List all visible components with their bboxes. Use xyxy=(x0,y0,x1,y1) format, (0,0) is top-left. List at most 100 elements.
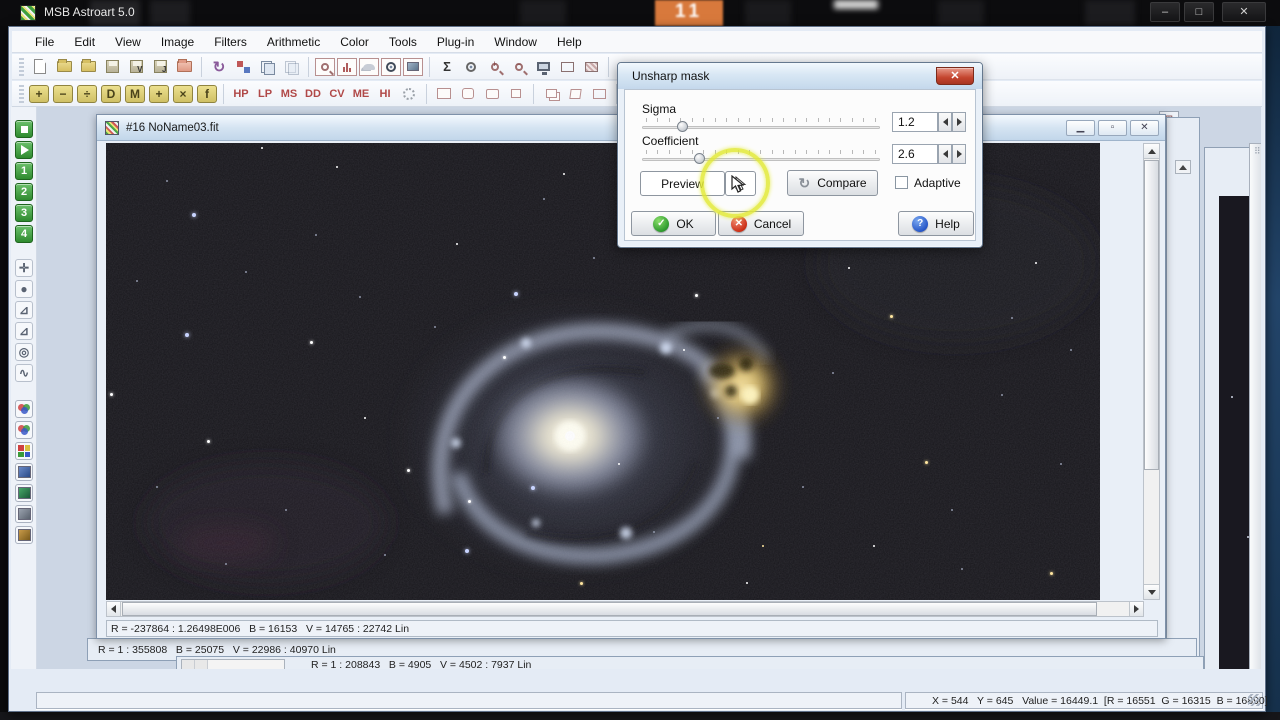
menu-arithmetic[interactable]: Arithmetic xyxy=(258,33,329,51)
zoom-in-icon[interactable]: + xyxy=(484,57,506,77)
sigma-slider[interactable] xyxy=(642,118,880,132)
image-window-restore-button[interactable]: ▫ xyxy=(1098,120,1127,136)
rotate-icon[interactable] xyxy=(481,84,503,104)
chart-add-tool[interactable]: ⊿ xyxy=(15,301,33,319)
menu-color[interactable]: Color xyxy=(331,33,378,51)
menu-image[interactable]: Image xyxy=(152,33,203,51)
open-recent-icon[interactable] xyxy=(77,57,99,77)
preview-button[interactable]: Preview xyxy=(640,171,725,196)
reticle-window-icon[interactable] xyxy=(381,57,401,76)
image-hscroll-thumb[interactable] xyxy=(122,602,1097,616)
selection-icon[interactable] xyxy=(556,57,578,77)
polyline-tool[interactable]: ∿ xyxy=(15,364,33,382)
play-button[interactable] xyxy=(15,141,33,159)
cursor-add-tool[interactable]: ✛ xyxy=(15,259,33,277)
pointer-box-icon[interactable] xyxy=(564,84,586,104)
star-add-tool[interactable]: ● xyxy=(15,280,33,298)
open-file-icon[interactable] xyxy=(53,57,75,77)
color-transfer-icon[interactable] xyxy=(232,57,254,77)
filter-button-cv[interactable]: CV xyxy=(326,85,348,103)
histogram-window-icon[interactable] xyxy=(337,57,357,76)
image-vertical-scrollbar[interactable] xyxy=(1143,143,1160,600)
close-file-icon[interactable] xyxy=(173,57,195,77)
menu-window[interactable]: Window xyxy=(485,33,546,51)
paste-icon[interactable] xyxy=(280,57,302,77)
slot-1-button[interactable]: 1 xyxy=(15,162,33,180)
filter-button-ms[interactable]: MS xyxy=(278,85,300,103)
filter-button-hi[interactable]: HI xyxy=(374,85,396,103)
slot-4-button[interactable]: 4 xyxy=(15,225,33,243)
compare-button[interactable]: ↻ Compare xyxy=(787,170,878,196)
layers-icon[interactable] xyxy=(540,84,562,104)
split-view-icon[interactable] xyxy=(588,84,610,104)
coefficient-spin-up[interactable] xyxy=(952,144,966,164)
visualization-icon[interactable] xyxy=(460,57,482,77)
menu-filters[interactable]: Filters xyxy=(205,33,256,51)
slot-3-button[interactable]: 3 xyxy=(15,204,33,222)
menu-edit[interactable]: Edit xyxy=(65,33,104,51)
resize-grip[interactable] xyxy=(1248,694,1260,706)
median-icon[interactable] xyxy=(398,84,420,104)
resize-icon[interactable] xyxy=(457,84,479,104)
image-window-minimize-button[interactable]: ▁ xyxy=(1066,120,1095,136)
blink-window-icon[interactable] xyxy=(359,57,379,76)
chart-edit-tool[interactable]: ⊿ xyxy=(15,322,33,340)
zoom-graph-tool[interactable]: ◎ xyxy=(15,343,33,361)
stop-button[interactable] xyxy=(15,120,33,138)
sigma-spin-up[interactable] xyxy=(952,112,966,132)
adaptive-checkbox[interactable] xyxy=(895,176,908,189)
window-close-button[interactable]: ✕ xyxy=(1222,2,1266,22)
math-button-6[interactable]: × xyxy=(173,84,193,103)
new-file-icon[interactable] xyxy=(29,57,51,77)
menu-plugin[interactable]: Plug-in xyxy=(428,33,483,51)
window-minimize-button[interactable]: – xyxy=(1150,2,1180,22)
far-right-scrollbar[interactable] xyxy=(1249,143,1261,669)
math-button-3[interactable]: D xyxy=(101,84,121,103)
math-button-0[interactable]: + xyxy=(29,84,49,103)
filter-button-hp[interactable]: HP xyxy=(230,85,252,103)
background-image-window-mid[interactable] xyxy=(1166,117,1200,669)
menu-tools[interactable]: Tools xyxy=(380,33,426,51)
menu-view[interactable]: View xyxy=(106,33,150,51)
image-thumb-1[interactable] xyxy=(15,463,33,481)
full-screen-icon[interactable] xyxy=(532,57,554,77)
math-button-2[interactable]: ÷ xyxy=(77,84,97,103)
math-button-4[interactable]: M xyxy=(125,84,145,103)
menu-file[interactable]: File xyxy=(26,33,63,51)
math-button-1[interactable]: − xyxy=(53,84,73,103)
preview-window-icon[interactable] xyxy=(315,57,335,76)
filter-button-me[interactable]: ME xyxy=(350,85,372,103)
copy-icon[interactable] xyxy=(256,57,278,77)
image-horizontal-scrollbar[interactable] xyxy=(106,601,1144,617)
math-button-7[interactable]: f xyxy=(197,84,217,103)
toolbar-drag-handle[interactable] xyxy=(19,57,24,76)
sigma-slider-thumb[interactable] xyxy=(677,121,688,132)
save-copy-icon[interactable]: J xyxy=(149,57,171,77)
help-button[interactable]: ? Help xyxy=(898,211,974,236)
ok-button[interactable]: ✓ OK xyxy=(631,211,716,236)
coefficient-value-field[interactable]: 2.6 xyxy=(892,144,938,164)
window-maximize-button[interactable]: □ xyxy=(1184,2,1214,22)
sigma-spin-down[interactable] xyxy=(938,112,952,132)
image-vscroll-thumb[interactable] xyxy=(1144,160,1159,470)
selection-filled-icon[interactable] xyxy=(580,57,602,77)
coefficient-spin-down[interactable] xyxy=(938,144,952,164)
filter-button-dd[interactable]: DD xyxy=(302,85,324,103)
slot-2-button[interactable]: 2 xyxy=(15,183,33,201)
refresh-icon[interactable]: ↻ xyxy=(208,57,230,77)
save-as-icon[interactable]: V xyxy=(125,57,147,77)
menu-help[interactable]: Help xyxy=(548,33,591,51)
small-window-icon[interactable] xyxy=(505,84,527,104)
image-list-icon[interactable] xyxy=(403,57,423,76)
image-window-close-button[interactable]: ✕ xyxy=(1130,120,1159,136)
image-thumb-3[interactable] xyxy=(15,505,33,523)
color-grid-tool[interactable] xyxy=(15,442,33,460)
preview-pointer-button[interactable] xyxy=(725,171,756,196)
math-button-5[interactable]: + xyxy=(149,84,169,103)
dialog-titlebar[interactable]: Unsharp mask xyxy=(618,63,982,89)
rgb-merge-tool[interactable] xyxy=(15,400,33,418)
dialog-close-button[interactable]: ✕ xyxy=(936,67,974,85)
sigma-value-field[interactable]: 1.2 xyxy=(892,112,938,132)
zoom-out-icon[interactable]: − xyxy=(508,57,530,77)
cancel-button[interactable]: ✕ Cancel xyxy=(718,211,804,236)
